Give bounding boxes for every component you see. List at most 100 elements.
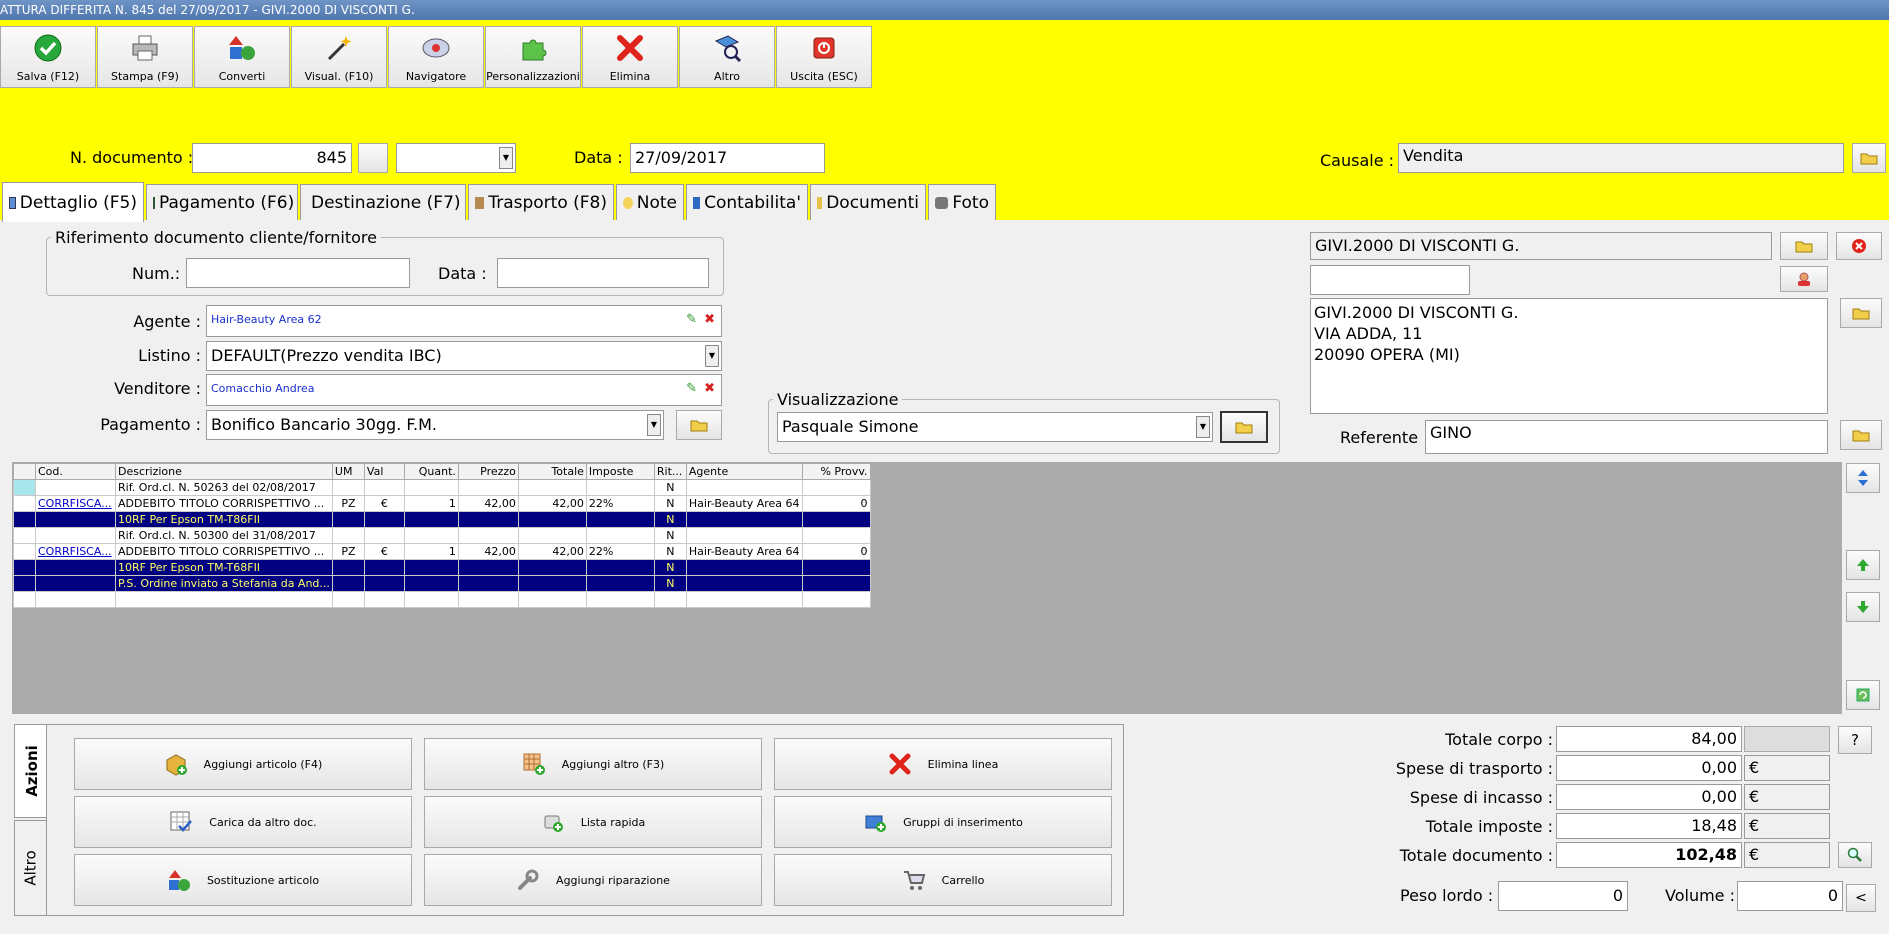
- column-header[interactable]: Imposte: [585, 463, 655, 480]
- referente-input[interactable]: GINO: [1425, 420, 1828, 454]
- spese-trasporto-value[interactable]: 0,00: [1556, 755, 1742, 781]
- quick-list-button[interactable]: Lista rapida: [424, 796, 762, 848]
- other-button[interactable]: Altro: [679, 26, 775, 88]
- clear-x-icon[interactable]: ✖: [704, 375, 715, 403]
- column-header[interactable]: % Provv.: [801, 463, 871, 480]
- rif-num-input[interactable]: [186, 258, 410, 288]
- tab-destinazione[interactable]: Destinazione (F7): [300, 184, 466, 220]
- causale-input[interactable]: Vendita: [1398, 143, 1844, 173]
- move-up-button[interactable]: [1846, 550, 1880, 580]
- save-button[interactable]: Salva (F12): [0, 26, 96, 88]
- tab-note[interactable]: Note: [616, 184, 684, 220]
- visualizzazione-browse-button[interactable]: [1220, 411, 1268, 443]
- ndoc-input[interactable]: 845: [192, 143, 352, 173]
- load-from-doc-button[interactable]: Carica da altro doc.: [74, 796, 412, 848]
- table-row[interactable]: CORRFISCA... ADDEBITO TITOLO CORRISPETTIV…: [13, 543, 871, 560]
- add-item-button[interactable]: Aggiungi articolo (F4): [74, 738, 412, 790]
- volume-toggle-button[interactable]: <: [1846, 884, 1876, 912]
- peso-lordo-input[interactable]: 0: [1498, 881, 1628, 911]
- row-indicator[interactable]: [13, 591, 36, 608]
- table-cell: [457, 479, 519, 496]
- tab-contabilita[interactable]: Contabilita': [686, 184, 808, 220]
- spese-incasso-value[interactable]: 0,00: [1556, 784, 1742, 810]
- cart-button[interactable]: Carrello: [774, 854, 1112, 906]
- row-indicator[interactable]: [13, 495, 36, 512]
- pagamento-select[interactable]: Bonifico Bancario 30gg. F.M. ▼: [206, 410, 664, 440]
- row-indicator[interactable]: [13, 511, 36, 528]
- cliente-address-box[interactable]: GIVI.2000 DI VISCONTI G. VIA ADDA, 11 20…: [1310, 298, 1828, 414]
- table-row[interactable]: 10RF Per Epson TM-T86FII N: [13, 511, 871, 528]
- listino-select[interactable]: DEFAULT(Prezzo vendita IBC) ▼: [206, 341, 722, 371]
- ndoc-suffix-button[interactable]: [358, 143, 388, 173]
- table-cell: [35, 575, 116, 592]
- tab-pagamento[interactable]: Pagamento (F6): [146, 184, 298, 220]
- cliente-browse-button[interactable]: [1780, 232, 1828, 260]
- referente-browse-button[interactable]: [1840, 420, 1882, 450]
- pagamento-browse-button[interactable]: [676, 410, 722, 440]
- column-header[interactable]: Totale: [517, 463, 587, 480]
- visualizzazione-select[interactable]: Pasquale Simone ▼: [777, 412, 1213, 442]
- help-button[interactable]: ?: [1838, 726, 1872, 754]
- column-header[interactable]: Quant.: [403, 463, 459, 480]
- vtab-altro[interactable]: Altro: [14, 820, 48, 916]
- tab-trasporto[interactable]: Trasporto (F8): [468, 184, 614, 220]
- cliente-name-input[interactable]: GIVI.2000 DI VISCONTI G.: [1310, 232, 1772, 260]
- edit-pencil-icon[interactable]: ✎: [686, 375, 697, 403]
- insert-groups-button[interactable]: Gruppi di inserimento: [774, 796, 1112, 848]
- ndoc-series-select[interactable]: ▼: [396, 143, 516, 173]
- cliente-code-input[interactable]: [1310, 265, 1470, 295]
- table-row[interactable]: P.S. Ordine inviato a Stefania da And...…: [13, 575, 871, 592]
- navigator-button[interactable]: Navigatore: [388, 26, 484, 88]
- venditore-input[interactable]: Comacchio Andrea ✎ ✖: [206, 374, 722, 406]
- column-header[interactable]: UM: [331, 463, 365, 480]
- document-lines-table[interactable]: Cod. Descrizione UM Val Quant. Prezzo Totale Im…: [13, 463, 871, 608]
- cliente-contact-button[interactable]: [1780, 266, 1828, 292]
- exit-button[interactable]: Uscita (ESC): [776, 26, 872, 88]
- clear-x-icon[interactable]: ✖: [704, 306, 715, 334]
- tab-documenti[interactable]: Documenti: [810, 184, 926, 220]
- zoom-total-button[interactable]: [1838, 842, 1872, 868]
- agente-input[interactable]: Hair-Beauty Area 62 ✎ ✖: [206, 305, 722, 337]
- view-button[interactable]: Visual. (F10): [291, 26, 387, 88]
- row-indicator[interactable]: [13, 543, 36, 560]
- row-indicator[interactable]: [13, 559, 36, 576]
- table-cell[interactable]: CORRFISCA...: [35, 495, 116, 512]
- row-indicator[interactable]: [13, 575, 36, 592]
- vtab-azioni[interactable]: Azioni: [14, 724, 48, 818]
- row-indicator[interactable]: [13, 479, 36, 496]
- table-row[interactable]: CORRFISCA... ADDEBITO TITOLO CORRISPETTIV…: [13, 495, 871, 512]
- causale-browse-button[interactable]: [1852, 143, 1886, 173]
- column-header[interactable]: Prezzo: [457, 463, 519, 480]
- add-other-button[interactable]: Aggiungi altro (F3): [424, 738, 762, 790]
- tab-foto[interactable]: Foto: [928, 184, 996, 220]
- convert-button[interactable]: Converti: [194, 26, 290, 88]
- table-row[interactable]: Rif. Ord.cl. N. 50263 del 02/08/2017 N: [13, 479, 871, 496]
- column-header[interactable]: Cod.: [35, 463, 116, 480]
- table-row[interactable]: 10RF Per Epson TM-T68FII N: [13, 559, 871, 576]
- delete-line-button[interactable]: Elimina linea: [774, 738, 1112, 790]
- replace-item-button[interactable]: Sostituzione articolo: [74, 854, 412, 906]
- column-header[interactable]: Val: [363, 463, 405, 480]
- edit-pencil-icon[interactable]: ✎: [686, 306, 697, 334]
- move-down-button[interactable]: [1846, 592, 1880, 622]
- address-browse-button[interactable]: [1840, 298, 1882, 328]
- add-repair-button[interactable]: Aggiungi riparazione: [424, 854, 762, 906]
- refresh-lines-button[interactable]: [1846, 680, 1880, 710]
- tab-dettaglio[interactable]: Dettaglio (F5): [2, 182, 144, 222]
- volume-input[interactable]: 0: [1737, 881, 1843, 911]
- table-row[interactable]: [13, 591, 871, 608]
- column-header[interactable]: Rit...: [653, 463, 687, 480]
- row-indicator[interactable]: [13, 527, 36, 544]
- customize-button[interactable]: Personalizzazioni: [485, 26, 581, 88]
- column-header[interactable]: Descrizione: [115, 463, 333, 480]
- print-button[interactable]: Stampa (F9): [97, 26, 193, 88]
- rif-data-input[interactable]: [497, 258, 709, 288]
- data-input[interactable]: 27/09/2017: [630, 143, 825, 173]
- table-row[interactable]: Rif. Ord.cl. N. 50300 del 31/08/2017 N: [13, 527, 871, 544]
- scroll-top-button[interactable]: [1846, 463, 1880, 493]
- delete-button[interactable]: Elimina: [582, 26, 678, 88]
- visualizzazione-legend: Visualizzazione: [777, 390, 899, 409]
- table-cell[interactable]: CORRFISCA...: [35, 543, 116, 560]
- column-header[interactable]: Agente: [685, 463, 803, 480]
- cliente-clear-button[interactable]: [1836, 232, 1882, 260]
